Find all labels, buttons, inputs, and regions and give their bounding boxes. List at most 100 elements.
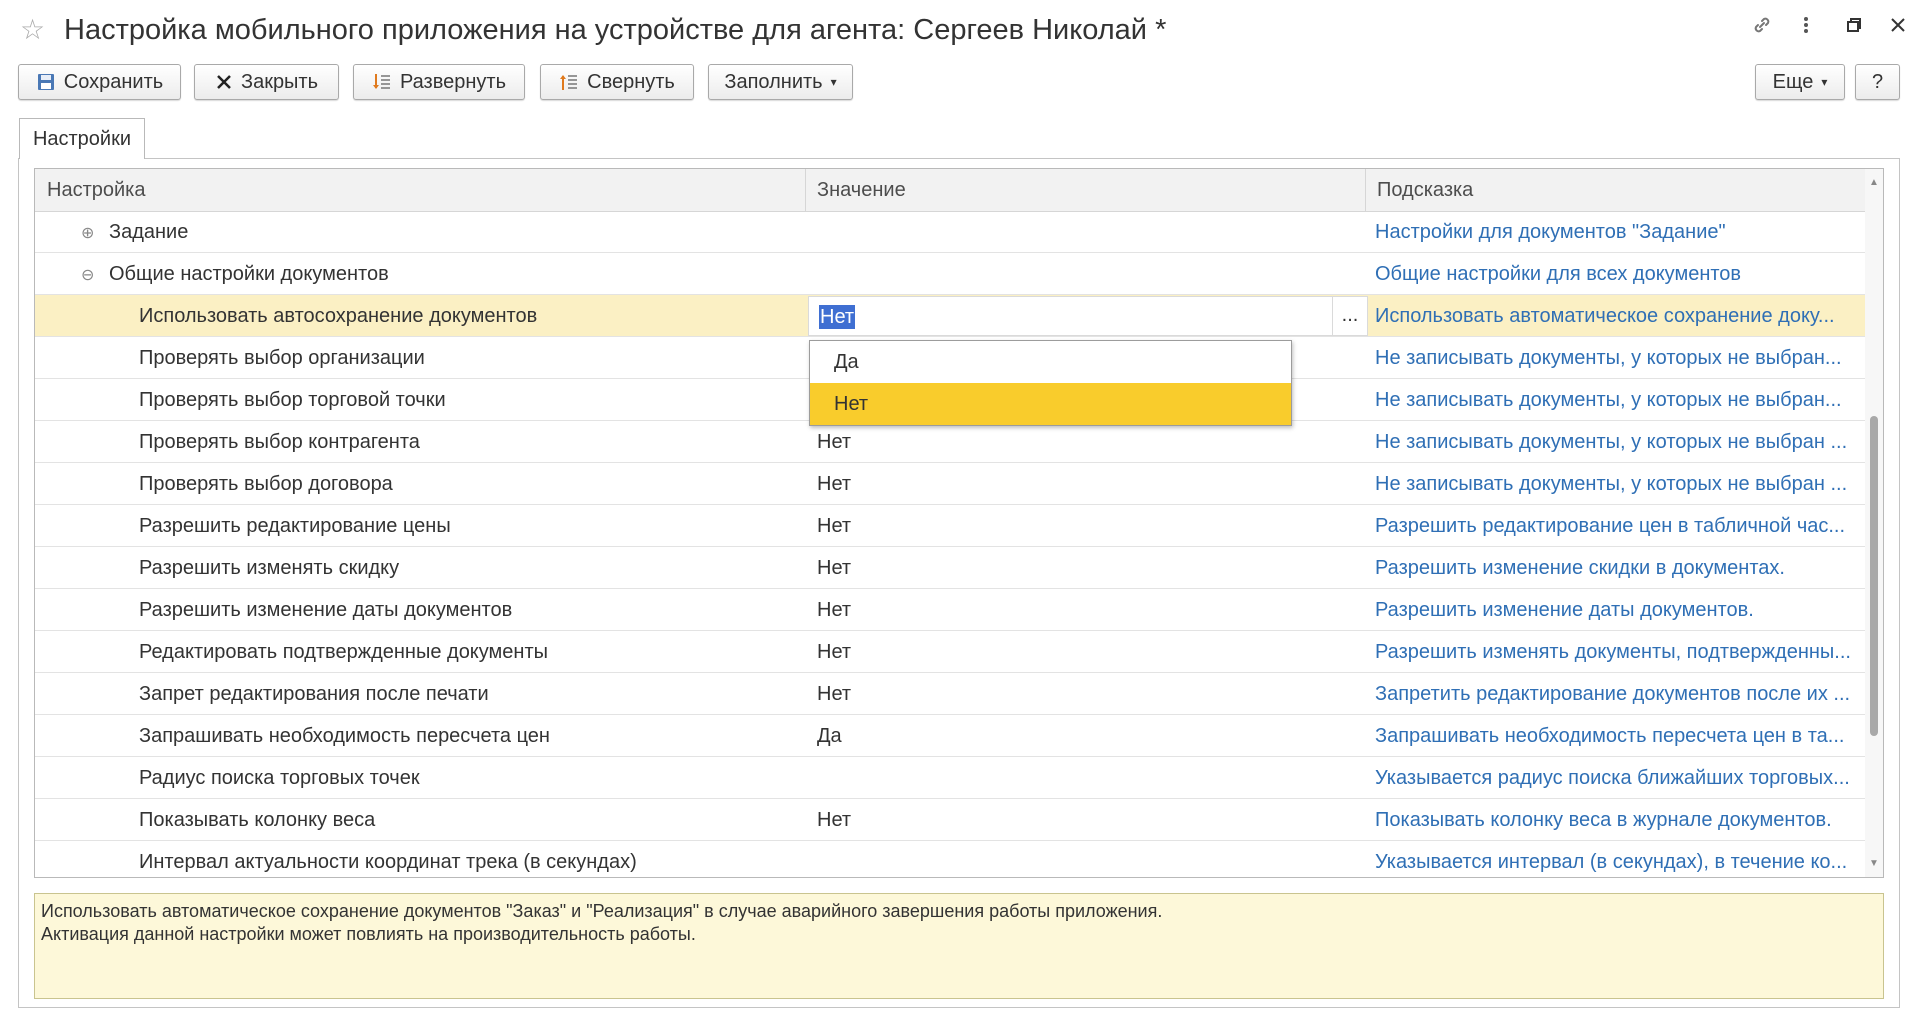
table-row[interactable]: ⊕ Задание Настройки для документов "Задан… — [35, 211, 1865, 253]
fill-dropdown-button[interactable]: Заполнить ▾ — [708, 64, 853, 100]
table-row[interactable]: Разрешить изменение даты документов Нет … — [35, 589, 1865, 631]
command-bar: Сохранить Закрыть Развернуть Свернуть За… — [0, 64, 1920, 104]
close-x-icon — [215, 73, 233, 91]
column-header-value[interactable]: Значение — [805, 169, 1365, 211]
dropdown-option-no[interactable]: Нет — [810, 383, 1291, 425]
table-row[interactable]: Запрашивать необходимость пересчета цен … — [35, 715, 1865, 757]
select-button[interactable]: ... — [1332, 297, 1367, 335]
table-row-selected[interactable]: Использовать автосохранение документов Н… — [35, 295, 1865, 337]
collapse-button[interactable]: Свернуть — [540, 64, 694, 100]
setting-hint-link[interactable]: Общие настройки для всех документов — [1375, 253, 1855, 295]
setting-value[interactable]: Нет — [817, 505, 1357, 547]
help-label: ? — [1871, 70, 1884, 93]
setting-hint-link[interactable]: Разрешить изменение даты документов. — [1375, 589, 1855, 631]
hint-panel-line: Активация данной настройки может повлият… — [41, 924, 696, 944]
setting-hint-link[interactable]: Разрешить редактирование цен в табличной… — [1375, 505, 1855, 547]
setting-hint-link[interactable]: Указывается радиус поиска ближайших торг… — [1375, 757, 1855, 799]
table-header: Настройка Значение Подсказка — [35, 169, 1865, 212]
setting-value[interactable]: Нет — [817, 589, 1357, 631]
setting-hint-link[interactable]: Использовать автоматическое сохранение д… — [1375, 295, 1855, 337]
star-icon[interactable]: ☆ — [20, 13, 45, 46]
save-label: Сохранить — [63, 70, 164, 93]
window-title: Настройка мобильного приложения на устро… — [64, 14, 1167, 46]
vertical-scrollbar[interactable]: ▲ ▼ — [1865, 169, 1883, 877]
setting-hint-link[interactable]: Разрешить изменять документы, подтвержде… — [1375, 631, 1855, 673]
table-row[interactable]: Проверять выбор контрагента Нет Не запис… — [35, 421, 1865, 463]
setting-hint-link[interactable]: Не записывать документы, у которых не вы… — [1375, 463, 1855, 505]
column-header-setting[interactable]: Настройка — [35, 169, 805, 211]
save-button[interactable]: Сохранить — [18, 64, 181, 100]
setting-name: Разрешить редактирование цены — [139, 515, 451, 537]
more-vertical-icon[interactable] — [1790, 14, 1822, 42]
setting-name: Проверять выбор организации — [139, 347, 425, 369]
expand-button[interactable]: Развернуть — [353, 64, 525, 100]
chevron-down-icon: ▾ — [1821, 75, 1828, 89]
value-dropdown-list: Да Нет — [809, 340, 1292, 426]
more-label: Еще — [1772, 70, 1814, 93]
close-button[interactable]: Закрыть — [194, 64, 339, 100]
setting-hint-link[interactable]: Не записывать документы, у которых не вы… — [1375, 421, 1855, 463]
setting-value[interactable] — [817, 253, 1357, 295]
setting-name: Использовать автосохранение документов — [139, 305, 538, 327]
setting-value[interactable]: Нет — [817, 673, 1357, 715]
setting-name: Показывать колонку веса — [139, 809, 376, 831]
setting-hint-link[interactable]: Запрашивать необходимость пересчета цен … — [1375, 715, 1855, 757]
table-row[interactable]: Редактировать подтвержденные документы Н… — [35, 631, 1865, 673]
setting-value[interactable]: Да — [817, 715, 1357, 757]
dropdown-option-yes[interactable]: Да — [810, 341, 1291, 383]
table-row[interactable]: Радиус поиска торговых точек Указывается… — [35, 757, 1865, 799]
table-row[interactable]: Интервал актуальности координат трека (в… — [35, 841, 1865, 877]
collapse-minus-icon[interactable]: ⊖ — [81, 255, 97, 295]
setting-value[interactable]: Нет — [817, 463, 1357, 505]
setting-name: Проверять выбор контрагента — [139, 431, 420, 453]
column-header-hint[interactable]: Подсказка — [1365, 169, 1865, 211]
setting-name: Радиус поиска торговых точек — [139, 767, 420, 789]
collapse-label: Свернуть — [587, 70, 675, 93]
setting-name: Разрешить изменять скидку — [139, 557, 400, 579]
expand-label: Развернуть — [399, 70, 506, 93]
scrollbar-thumb[interactable] — [1870, 416, 1878, 736]
setting-name: Интервал актуальности координат трека (в… — [139, 851, 637, 873]
close-label: Закрыть — [240, 70, 319, 93]
setting-hint-link[interactable]: Не записывать документы, у которых не вы… — [1375, 337, 1855, 379]
setting-value[interactable] — [817, 841, 1357, 877]
setting-hint-link[interactable]: Запретить редактирование документов посл… — [1375, 673, 1855, 715]
table-row[interactable]: Запрет редактирования после печати Нет З… — [35, 673, 1865, 715]
setting-hint-link[interactable]: Настройки для документов "Задание" — [1375, 211, 1855, 253]
link-icon[interactable] — [1746, 14, 1778, 42]
setting-value[interactable] — [817, 211, 1357, 253]
title-bar: ☆ Настройка мобильного приложения на уст… — [0, 0, 1920, 62]
collapse-tree-icon — [559, 72, 579, 92]
restore-window-icon[interactable] — [1838, 14, 1870, 42]
setting-name: Запрашивать необходимость пересчета цен — [139, 725, 550, 747]
setting-value[interactable] — [817, 757, 1357, 799]
more-dropdown-button[interactable]: Еще ▾ — [1755, 64, 1845, 100]
table-row[interactable]: Разрешить редактирование цены Нет Разреш… — [35, 505, 1865, 547]
setting-value[interactable]: Нет — [817, 631, 1357, 673]
setting-name: Задание — [109, 221, 189, 243]
setting-name: Редактировать подтвержденные документы — [139, 641, 549, 663]
scroll-down-arrow-icon[interactable]: ▼ — [1869, 858, 1879, 869]
setting-hint-link[interactable]: Показывать колонку веса в журнале докуме… — [1375, 799, 1855, 841]
expand-plus-icon[interactable]: ⊕ — [81, 213, 97, 253]
value-editor[interactable]: Нет ... — [808, 296, 1368, 336]
setting-value[interactable]: Нет — [817, 799, 1357, 841]
value-editor-text[interactable]: Нет — [819, 305, 856, 329]
table-row[interactable]: Разрешить изменять скидку Нет Разрешить … — [35, 547, 1865, 589]
settings-table: Настройка Значение Подсказка ⊕ Задание На… — [34, 168, 1884, 878]
tab-settings[interactable]: Настройки — [19, 118, 145, 159]
scroll-up-arrow-icon[interactable]: ▲ — [1869, 177, 1879, 188]
setting-value[interactable]: Нет — [817, 547, 1357, 589]
setting-name: Запрет редактирования после печати — [139, 683, 489, 705]
setting-name: Проверять выбор торговой точки — [139, 389, 446, 411]
setting-value[interactable]: Нет — [817, 421, 1357, 463]
setting-hint-link[interactable]: Разрешить изменение скидки в документах. — [1375, 547, 1855, 589]
setting-hint-link[interactable]: Указывается интервал (в секундах), в теч… — [1375, 841, 1855, 877]
table-row[interactable]: Показывать колонку веса Нет Показывать к… — [35, 799, 1865, 841]
table-row[interactable]: ⊖ Общие настройки документов Общие настро… — [35, 253, 1865, 295]
setting-hint-link[interactable]: Не записывать документы, у которых не вы… — [1375, 379, 1855, 421]
help-button[interactable]: ? — [1855, 64, 1900, 100]
table-row[interactable]: Проверять выбор договора Нет Не записыва… — [35, 463, 1865, 505]
close-icon[interactable] — [1882, 14, 1914, 42]
hint-panel-line: Использовать автоматическое сохранение д… — [41, 901, 1163, 921]
